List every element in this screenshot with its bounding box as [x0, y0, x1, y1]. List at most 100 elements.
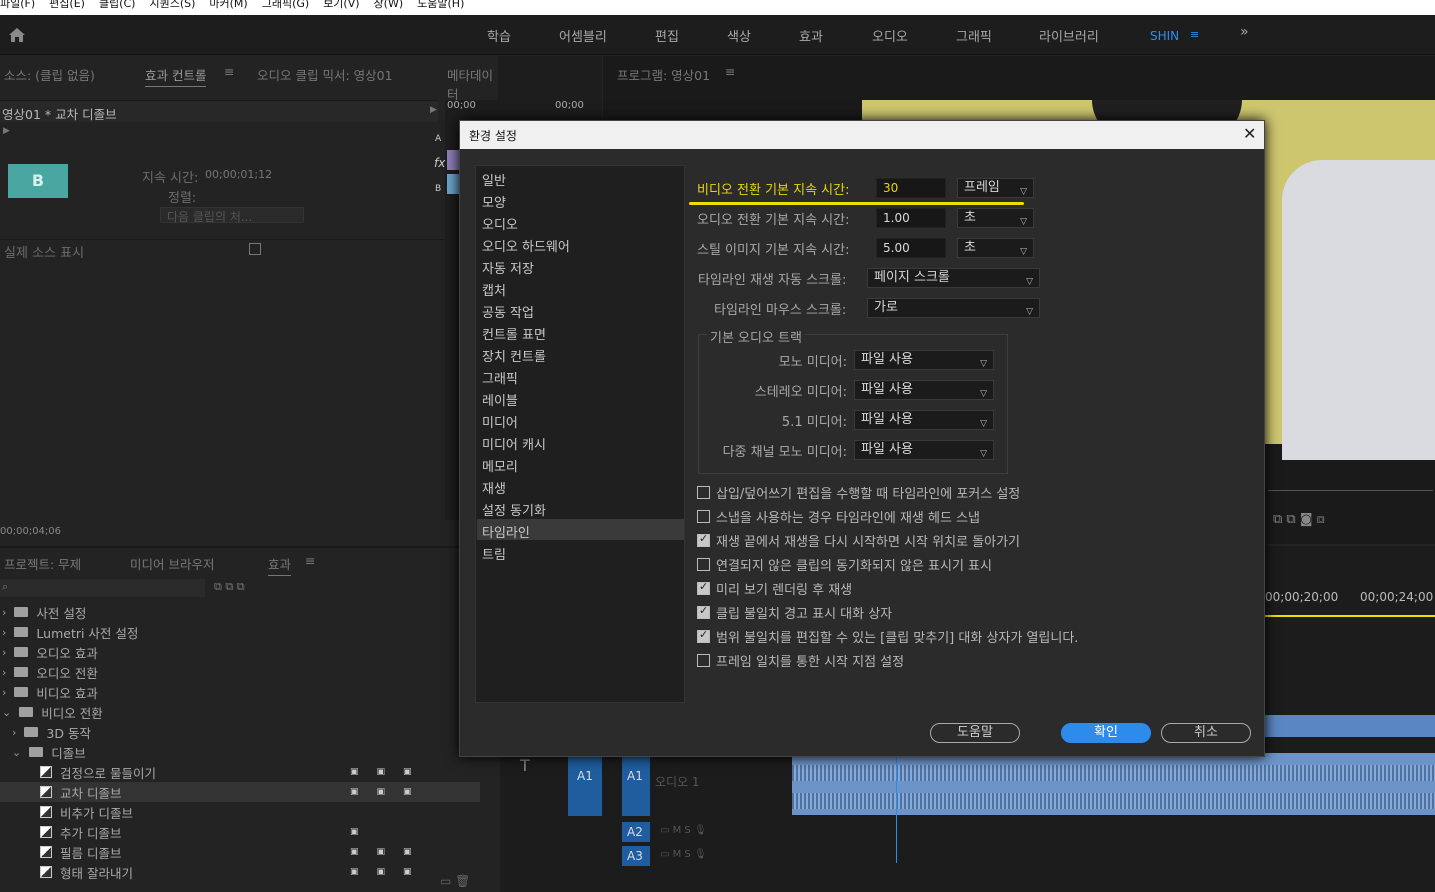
video-transition-unit-select[interactable]: 프레임 ▽: [957, 178, 1034, 198]
effects-item[interactable]: 형태 잘라내기 ▣▣▣: [0, 862, 480, 882]
category-item[interactable]: 트림: [482, 544, 506, 563]
tab-media-browser[interactable]: 미디어 브라우저: [130, 554, 214, 573]
mouse-scroll-select[interactable]: 가로 ▽: [867, 298, 1040, 318]
workspace-graphics[interactable]: 그래픽: [956, 26, 992, 45]
checkbox-checked[interactable]: [697, 580, 710, 595]
help-button[interactable]: 도움말: [930, 723, 1020, 743]
effects-folder[interactable]: ⌄ 비디오 전환: [0, 702, 480, 722]
stereo-media-select[interactable]: 파일 사용 ▽: [854, 380, 994, 400]
effects-item[interactable]: 교차 디졸브 ▣▣▣: [0, 782, 480, 802]
workspace-libraries[interactable]: 라이브러리: [1039, 26, 1099, 45]
checkbox-unchecked[interactable]: [697, 558, 710, 571]
export-frame-icons[interactable]: ⧉ ⧉ ◙ ⧈: [1273, 512, 1325, 527]
effects-folder[interactable]: › 오디오 전환: [0, 662, 480, 682]
expand-chevron-icon[interactable]: ⌄: [2, 706, 11, 719]
preference-checkbox-row[interactable]: 연결되지 않은 클립의 동기화되지 않은 표시기 표시: [697, 555, 992, 574]
checkbox-checked[interactable]: [697, 532, 710, 547]
workspace-effects[interactable]: 효과: [799, 26, 823, 45]
effects-folder[interactable]: › 비디오 효과: [0, 682, 480, 702]
expand-chevron-icon[interactable]: ›: [12, 726, 16, 739]
new-bin-icon[interactable]: ▭ 🗑: [440, 874, 470, 888]
category-item[interactable]: 오디오 하드웨어: [482, 236, 570, 255]
source-patch-a1[interactable]: A1: [568, 756, 602, 816]
mono-media-select[interactable]: 파일 사용 ▽: [854, 350, 994, 370]
effects-menu-icon[interactable]: ≡: [305, 553, 315, 568]
expand-chevron-icon[interactable]: ›: [2, 606, 6, 619]
filter-icons[interactable]: ⧉ ⧉ ⧉: [214, 580, 245, 594]
effects-folder[interactable]: › Lumetri 사전 설정: [0, 622, 480, 642]
video-transition-duration-input[interactable]: 30: [876, 178, 946, 198]
preference-checkbox-row[interactable]: 삽입/덮어쓰기 편집을 수행할 때 타임라인에 포커스 설정: [697, 483, 1020, 502]
menu-sequence[interactable]: 시퀀스(S): [149, 0, 195, 15]
effects-folder[interactable]: › 사전 설정: [0, 602, 480, 622]
menu-window[interactable]: 창(W): [374, 0, 404, 15]
category-item[interactable]: 캡처: [482, 280, 506, 299]
duration-value[interactable]: 00;00;01;12: [205, 168, 272, 181]
program-title[interactable]: 프로그램: 영상01: [617, 65, 710, 84]
multichannel-media-select[interactable]: 파일 사용 ▽: [854, 440, 994, 460]
panel-menu-icon[interactable]: ≡: [224, 64, 234, 79]
track-a2-target[interactable]: A2: [622, 822, 650, 842]
workspace-shin[interactable]: SHIN: [1150, 29, 1179, 43]
preference-checkbox-row[interactable]: 범위 불일치를 편집할 수 있는 [클립 맞추기] 대화 상자가 열립니다.: [697, 627, 1078, 646]
preference-checkbox-row[interactable]: 클립 불일치 경고 표시 대화 상자: [697, 603, 892, 622]
effects-folder[interactable]: › 3D 동작: [0, 722, 480, 742]
align-dropdown[interactable]: 다음 클립의 처...: [160, 207, 304, 224]
category-item[interactable]: 미디어 캐시: [482, 434, 546, 453]
effects-item[interactable]: 검정으로 물들이기 ▣▣▣: [0, 762, 480, 782]
menu-help[interactable]: 도움말(H): [417, 0, 464, 15]
track-a3-target[interactable]: A3: [622, 846, 650, 866]
tab-effects[interactable]: 효과: [268, 554, 292, 576]
effects-folder[interactable]: › 오디오 효과: [0, 642, 480, 662]
track-a1-target[interactable]: A1: [622, 756, 650, 816]
overflow-icon[interactable]: »: [1240, 24, 1249, 40]
expand-chevron-icon[interactable]: ›: [2, 646, 6, 659]
tab-metadata[interactable]: 메타데이터: [447, 65, 498, 103]
type-tool-icon[interactable]: T: [520, 756, 530, 775]
category-item[interactable]: 컨트롤 표면: [482, 324, 546, 343]
category-item[interactable]: 설정 동기화: [482, 500, 546, 519]
cancel-button[interactable]: 취소: [1161, 723, 1251, 743]
category-item[interactable]: 레이블: [482, 390, 518, 409]
playhead[interactable]: [896, 753, 897, 863]
close-icon[interactable]: ✕: [1243, 124, 1256, 143]
work-area-bar[interactable]: [1265, 615, 1435, 617]
preference-checkbox-row[interactable]: 스냅을 사용하는 경우 타임라인에 재생 헤드 스냅: [697, 507, 980, 526]
effects-item[interactable]: 비추가 디졸브: [0, 802, 480, 822]
expand-chevron-icon[interactable]: ⌄: [12, 746, 21, 759]
still-image-duration-input[interactable]: 5.00: [876, 238, 946, 258]
expand-icon[interactable]: ▶: [430, 105, 437, 115]
workspace-color[interactable]: 색상: [727, 26, 751, 45]
tab-effect-controls[interactable]: 효과 컨트롤: [145, 65, 207, 87]
category-item[interactable]: 오디오: [482, 214, 518, 233]
category-item[interactable]: 재생: [482, 478, 506, 497]
category-item[interactable]: 그래픽: [482, 368, 518, 387]
menu-file[interactable]: 파일(F): [0, 0, 35, 15]
audio-clip[interactable]: [792, 753, 1435, 815]
effects-folder[interactable]: ⌄ 디졸브: [0, 742, 480, 762]
tab-project[interactable]: 프로젝트: 무제: [4, 554, 81, 573]
category-item[interactable]: 미디어: [482, 412, 518, 431]
category-item[interactable]: 일반: [482, 170, 506, 189]
category-item[interactable]: 공동 작업: [482, 302, 534, 321]
tab-audio-clip-mixer[interactable]: 오디오 클립 믹서: 영상01: [257, 65, 393, 84]
play-icon[interactable]: ▶: [3, 126, 10, 136]
track-a3-controls[interactable]: ▭ M S 🎙: [660, 849, 707, 860]
effects-search-input[interactable]: ⌕: [0, 579, 205, 597]
expand-chevron-icon[interactable]: ›: [2, 626, 6, 639]
audio-transition-duration-input[interactable]: 1.00: [876, 208, 946, 228]
menu-edit[interactable]: 편집(E): [49, 0, 85, 15]
workspace-menu-icon[interactable]: ≡: [1190, 28, 1199, 41]
checkbox-unchecked[interactable]: [697, 654, 710, 667]
checkbox-checked[interactable]: [697, 628, 710, 643]
tab-source[interactable]: 소스: (클립 없음): [4, 65, 95, 84]
menu-view[interactable]: 보기(V): [323, 0, 359, 15]
expand-chevron-icon[interactable]: ›: [2, 666, 6, 679]
checkbox-unchecked[interactable]: [697, 510, 710, 523]
menu-graphics[interactable]: 그래픽(G): [262, 0, 309, 15]
home-icon[interactable]: [8, 27, 26, 43]
autoscroll-select[interactable]: 페이지 스크롤 ▽: [867, 268, 1040, 288]
effects-item[interactable]: 필름 디졸브 ▣▣▣: [0, 842, 480, 862]
preference-checkbox-row[interactable]: 미리 보기 렌더링 후 재생: [697, 579, 852, 598]
workspace-learn[interactable]: 학습: [487, 26, 511, 45]
